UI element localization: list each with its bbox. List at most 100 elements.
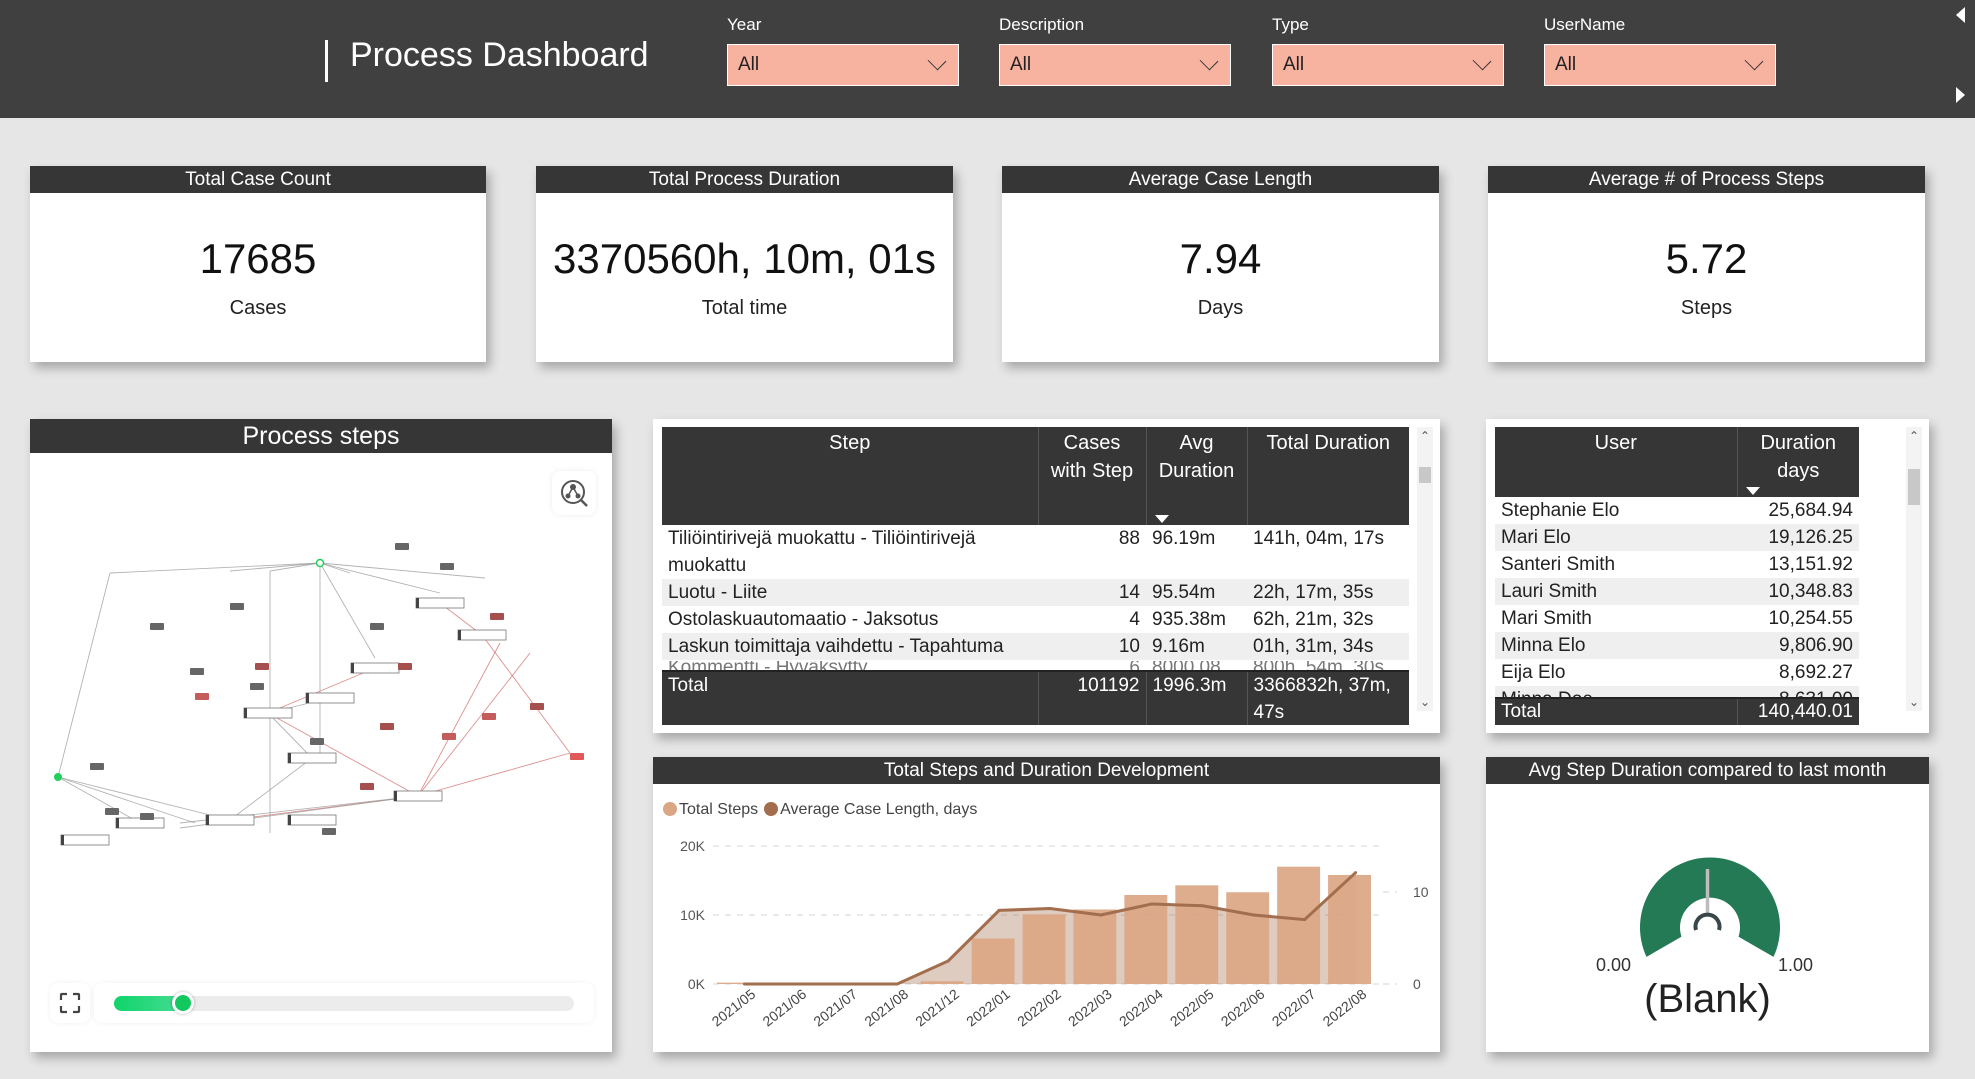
partial-row: Kommentti - Hyväksytty68000.08800h, 54m,… [662,661,1409,670]
edge-metric-badge [570,753,584,760]
process-node [415,597,465,609]
table-row[interactable]: Mari Smith 10,254.55 [1495,605,1859,632]
line-point[interactable] [1099,913,1103,917]
line-point[interactable] [1150,902,1154,906]
steps-total-row: Kommentti - Hyväksytty68000.08800h, 54m,… [662,661,1409,725]
users-table-scrollbar[interactable]: ⌃ ⌄ [1906,427,1922,711]
process-node-marker [394,791,397,801]
process-node-marker [244,708,247,718]
process-map-graph[interactable] [30,453,612,973]
table-row[interactable]: Laskun toimittaja vaihdettu - Tapahtuma … [662,633,1409,660]
line-point[interactable] [1048,907,1052,911]
type-dropdown[interactable]: All [1272,44,1504,86]
detail-level-slider[interactable] [94,983,594,1023]
gauge-max-label: 1.00 [1778,955,1814,975]
bar-total-steps[interactable] [920,981,964,984]
line-point[interactable] [793,982,797,986]
fullscreen-icon [59,992,81,1014]
kpi-value: 17685 [199,235,317,282]
line-point[interactable] [946,959,950,963]
collapse-left-arrow-icon[interactable] [1956,7,1965,23]
expand-right-arrow-icon[interactable] [1956,87,1965,103]
table-row[interactable]: Eija Elo 8,692.27 [1495,659,1859,686]
bar-total-steps[interactable] [1073,909,1117,984]
line-point[interactable] [844,982,848,986]
process-node [243,707,293,719]
scrollbar-thumb[interactable] [1908,469,1920,505]
y-left-tick-label: 20K [680,838,706,854]
card-title: Average # of Process Steps [1488,166,1925,193]
dropdown-value: All [1555,54,1577,75]
username-dropdown[interactable]: All [1544,44,1776,86]
scroll-down-icon[interactable]: ⌄ [1417,695,1433,709]
avg-cell: 95.54m [1146,579,1247,606]
column-header-avg-duration[interactable]: Avg Duration [1145,427,1247,525]
bar-total-steps[interactable] [1226,892,1270,984]
process-node-marker [116,818,119,828]
line-point[interactable] [997,908,1001,912]
process-node [287,752,337,764]
table-row[interactable]: Tiliöintirivejä muokattu - Tiliöintirive… [662,525,1409,579]
column-header-step[interactable]: Step [662,427,1038,525]
steps-table-scrollbar[interactable]: ⌃ ⌄ [1417,427,1433,711]
x-tick-label: 2021/08 [861,986,911,1030]
table-row[interactable]: Lauri Smith 10,348.83 [1495,578,1859,605]
line-point[interactable] [1354,871,1358,875]
table-row[interactable]: Minna Elo 9,806.90 [1495,632,1859,659]
step-cell: Tiliöintirivejä muokattu - Tiliöintirive… [668,528,976,576]
scroll-down-icon[interactable]: ⌄ [1906,695,1922,709]
fullscreen-button[interactable] [50,983,90,1023]
table-row[interactable]: Ostolaskuautomaatio - Jaksotus 4 935.38m… [662,606,1409,633]
line-point[interactable] [742,982,746,986]
slicer-type: Type All [1272,14,1504,86]
bar-total-steps[interactable] [971,938,1015,984]
process-node [393,790,443,802]
column-header-duration-days[interactable]: Duration days [1736,427,1859,497]
column-header-user[interactable]: User [1495,427,1737,497]
bar-total-steps[interactable] [1175,885,1219,984]
edge-metric-badge [490,613,504,620]
gauge-hub [1693,912,1722,931]
scroll-up-icon[interactable]: ⌃ [1906,429,1922,443]
table-row[interactable]: Stephanie Elo 25,684.94 [1495,497,1859,524]
description-dropdown[interactable]: All [999,44,1231,86]
column-header-cases[interactable]: Cases with Step [1037,427,1146,525]
column-header-total-duration[interactable]: Total Duration [1246,427,1409,525]
user-cell: Mari Smith [1501,608,1592,629]
combo-chart: 0K10K20K0102021/05 2021/06 2021/07 2021/08 2… [680,838,1429,1030]
kpi-value: 3370560h, 10m, 01s [553,235,936,282]
duration-cell: 9,806.90 [1737,632,1859,659]
edge-metric-badge [360,783,374,790]
steps-duration-chart-panel: Total Steps and Duration Development Tot… [653,757,1440,1052]
table-row[interactable]: Luotu - Liite 14 95.54m 22h, 17m, 35s [662,579,1409,606]
header-label: Duration days [1760,432,1837,482]
y-left-tick-label: 0K [688,976,706,992]
x-tick-label: 2022/03 [1065,986,1115,1030]
slider-handle[interactable] [172,992,194,1014]
edge-metric-badge [150,623,164,630]
table-row[interactable]: Mari Elo 19,126.25 [1495,524,1859,551]
edge-metric-badge [322,828,336,835]
line-point[interactable] [895,982,899,986]
duration-cell: 25,684.94 [1768,500,1853,521]
kpi-card-total-process-duration: Total Process Duration 3370560h, 10m, 01… [536,166,953,362]
line-point[interactable] [1201,904,1205,908]
line-point[interactable] [1303,918,1307,922]
card-title: Process steps [30,419,612,453]
chevron-down-icon [927,51,947,71]
table-row[interactable]: Santeri Smith 13,151.92 [1495,551,1859,578]
total-cell: 141h, 04m, 17s [1253,528,1384,549]
user-cell: Lauri Smith [1495,578,1737,605]
process-node [287,814,337,826]
process-node [205,814,255,826]
slicer-label: Year [727,15,762,34]
slider-track[interactable] [114,992,574,1014]
chevron-down-icon [1472,51,1492,71]
year-dropdown[interactable]: All [727,44,959,86]
bar-total-steps[interactable] [1022,914,1066,984]
bar-total-steps[interactable] [1277,866,1321,984]
line-point[interactable] [1252,913,1256,917]
scrollbar-thumb[interactable] [1419,467,1431,483]
scroll-up-icon[interactable]: ⌃ [1417,429,1433,443]
edge-metric-badge [90,763,104,770]
